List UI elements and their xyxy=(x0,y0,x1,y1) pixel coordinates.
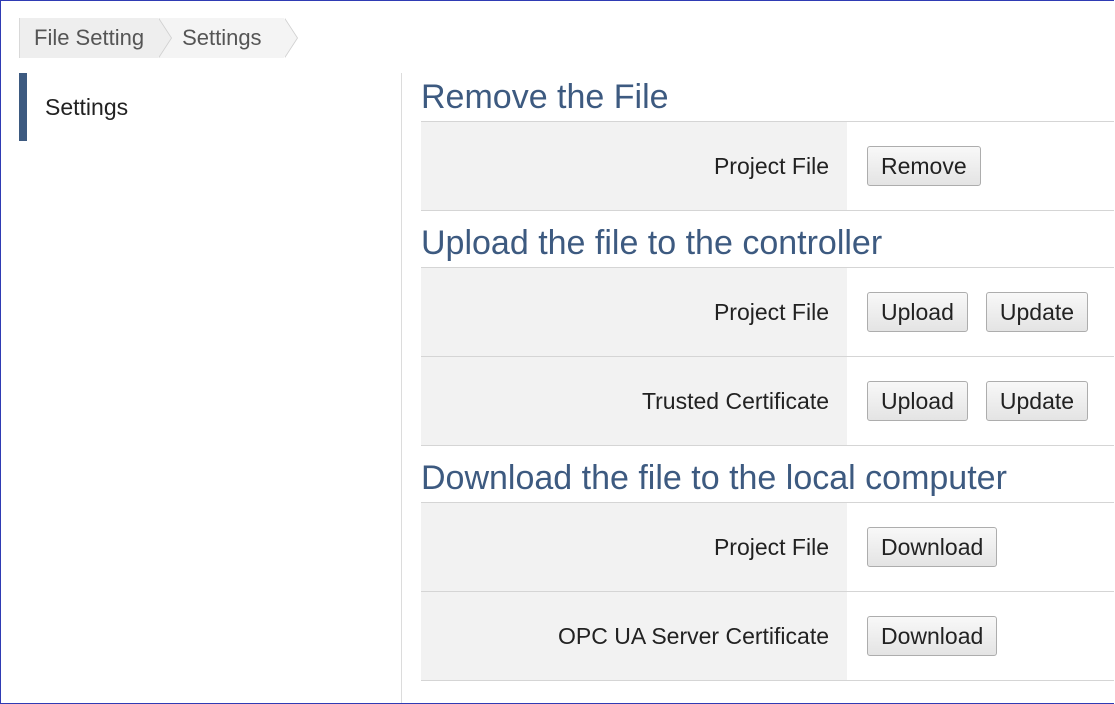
rows: Project File Upload Update Trusted Certi… xyxy=(421,267,1114,446)
button-cell: Upload Update xyxy=(847,268,1114,356)
section-title-download: Download the file to the local computer xyxy=(421,459,1007,497)
button-cell: Remove xyxy=(847,122,1114,210)
row-label: Trusted Certificate xyxy=(421,357,847,445)
section-title-upload: Upload the file to the controller xyxy=(421,224,883,262)
section-download: Download the file to the local computer … xyxy=(421,454,1114,681)
download-project-file-button[interactable]: Download xyxy=(867,527,998,567)
button-cell: Download xyxy=(847,592,1114,680)
section-remove: Remove the File Project File Remove xyxy=(421,73,1114,211)
sidebar-item-settings[interactable]: Settings xyxy=(19,73,401,141)
upload-trusted-certificate-button[interactable]: Upload xyxy=(867,381,968,421)
breadcrumb: File Setting Settings xyxy=(19,18,298,58)
row-label: Project File xyxy=(421,268,847,356)
download-opc-ua-certificate-button[interactable]: Download xyxy=(867,616,998,656)
row-label: Project File xyxy=(421,503,847,591)
sidebar-divider xyxy=(401,73,402,703)
sidebar: Settings xyxy=(19,73,401,141)
update-trusted-certificate-button[interactable]: Update xyxy=(985,381,1089,421)
section-upload: Upload the file to the controller Projec… xyxy=(421,219,1114,446)
button-cell: Download xyxy=(847,503,1114,591)
rows: Project File Remove xyxy=(421,121,1114,211)
upload-project-file-button[interactable]: Upload xyxy=(867,292,968,332)
setting-row-upload-project-file: Project File Upload Update xyxy=(421,267,1114,356)
setting-row-download-project-file: Project File Download xyxy=(421,502,1114,591)
button-cell: Upload Update xyxy=(847,357,1114,445)
section-title-remove: Remove the File xyxy=(421,78,669,116)
setting-row-download-opc-ua-certificate: OPC UA Server Certificate Download xyxy=(421,591,1114,681)
breadcrumb-item-settings[interactable]: Settings xyxy=(158,18,298,58)
row-label: Project File xyxy=(421,122,847,210)
setting-row-upload-trusted-certificate: Trusted Certificate Upload Update xyxy=(421,356,1114,446)
app-frame: File Setting Settings Settings Remove th… xyxy=(0,0,1114,704)
update-project-file-button[interactable]: Update xyxy=(985,292,1089,332)
breadcrumb-item-file-setting[interactable]: File Setting xyxy=(19,18,173,58)
row-label: OPC UA Server Certificate xyxy=(421,592,847,680)
setting-row-remove-project-file: Project File Remove xyxy=(421,121,1114,211)
rows: Project File Download OPC UA Server Cert… xyxy=(421,502,1114,681)
main-content: Remove the File Project File Remove Uplo… xyxy=(421,73,1114,689)
remove-project-file-button[interactable]: Remove xyxy=(867,146,981,186)
